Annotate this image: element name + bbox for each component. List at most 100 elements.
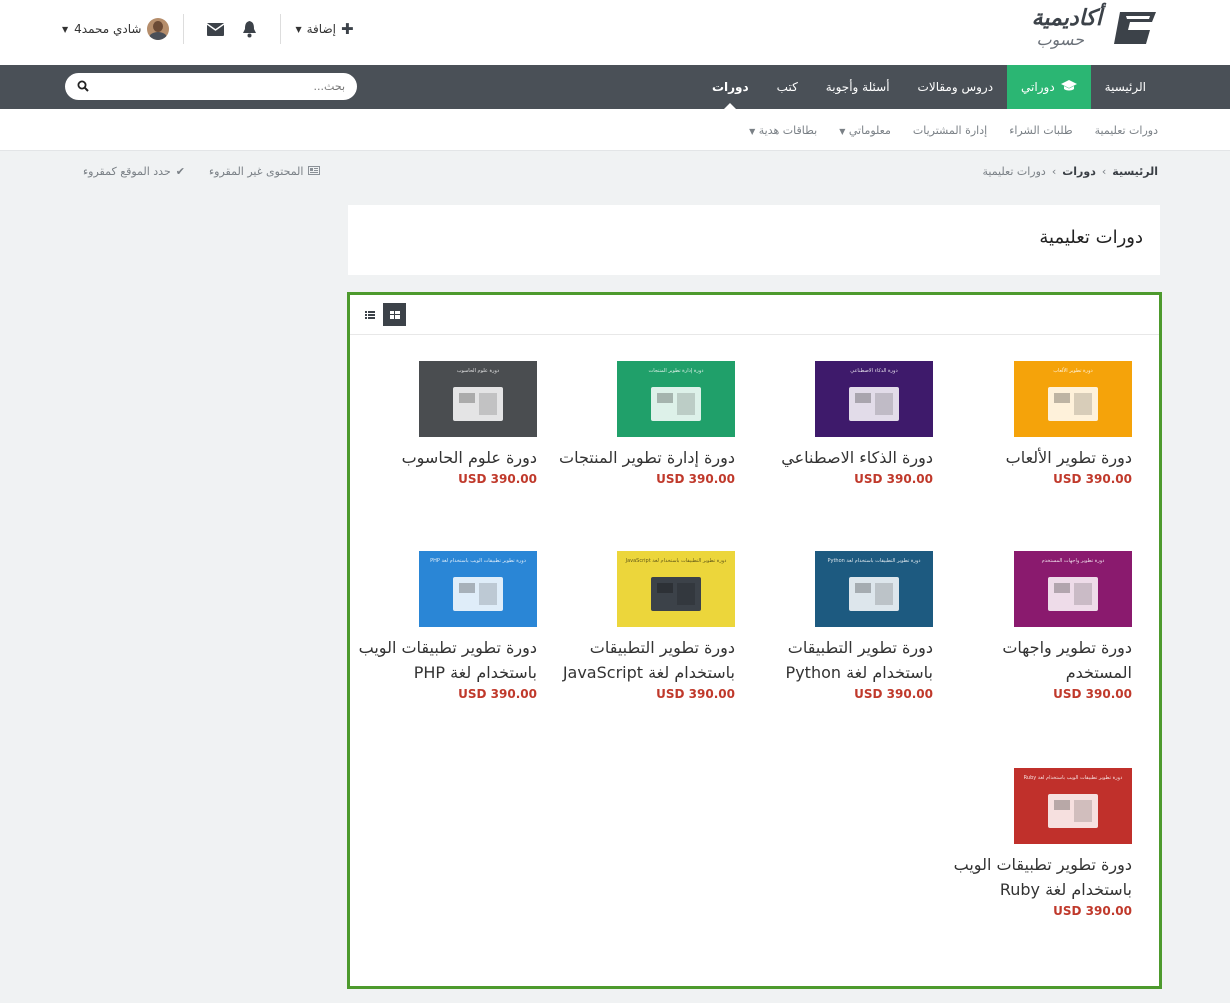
sub-nav-items: دورات تعليمية طلبات الشراء إدارة المشتري… <box>749 109 1158 151</box>
course-price: USD 390.00 <box>656 472 735 486</box>
grid-view-button[interactable] <box>383 303 406 326</box>
bell-icon[interactable] <box>240 20 258 38</box>
mark-read-link[interactable]: حدد الموقع كمقروء ✔ <box>83 165 185 178</box>
user-menu[interactable]: ▼ شادي محمد4 <box>62 18 170 40</box>
course-card[interactable]: دورة تطوير واجهات المستخدم دورة تطوير وا… <box>942 551 1132 701</box>
logo-icon <box>1112 8 1160 48</box>
course-title[interactable]: دورة تطوير واجهات المستخدم <box>942 635 1132 685</box>
course-title[interactable]: دورة الذكاء الاصطناعي <box>743 445 933 470</box>
nav-item-books[interactable]: كتب <box>763 65 812 109</box>
chevron-left-icon: › <box>1051 165 1057 178</box>
caret-down-icon: ▼ <box>295 24 302 34</box>
nav-item-home[interactable]: الرئيسية <box>1091 65 1160 109</box>
read-tools: حدد الموقع كمقروء ✔ المحتوى غير المقروء <box>65 165 321 178</box>
thumb-illustration <box>1048 794 1098 828</box>
course-card[interactable]: دورة تطوير التطبيقات باستخدام لغة JavaSc… <box>545 551 735 701</box>
course-title[interactable]: دورة علوم الحاسوب <box>347 445 537 470</box>
top-bar: أكاديمية حسوب ▼ شادي محمد4 ▼ إضافة ✚ <box>0 0 1230 65</box>
main-nav: الرئيسية دوراتي دروس ومقالات أسئلة وأجوب… <box>0 65 1230 109</box>
course-thumbnail[interactable]: دورة تطوير التطبيقات باستخدام لغة Python <box>815 551 933 627</box>
course-price: USD 390.00 <box>854 472 933 486</box>
thumb-caption: دورة تطوير الألعاب <box>1053 368 1093 374</box>
unread-content-link[interactable]: المحتوى غير المقروء <box>209 165 321 178</box>
nav-item-qa[interactable]: أسئلة وأجوبة <box>812 65 904 109</box>
search-box <box>65 73 357 100</box>
course-title[interactable]: دورة تطوير التطبيقات باستخدام لغة Python <box>743 635 933 685</box>
caret-down-icon: ▼ <box>749 126 756 136</box>
logo-subtitle: حسوب <box>1036 30 1085 49</box>
course-thumbnail[interactable]: دورة تطوير تطبيقات الويب باستخدام لغة PH… <box>419 551 537 627</box>
envelope-icon[interactable] <box>206 20 224 38</box>
breadcrumb-home[interactable]: الرئيسية <box>1112 165 1158 178</box>
course-title[interactable]: دورة تطوير تطبيقات الويب باستخدام لغة Ru… <box>942 852 1132 902</box>
thumb-illustration <box>849 387 899 421</box>
course-card[interactable]: دورة تطوير تطبيقات الويب باستخدام لغة PH… <box>347 551 537 701</box>
course-thumbnail[interactable]: دورة الذكاء الاصطناعي <box>815 361 933 437</box>
course-card[interactable]: دورة تطوير التطبيقات باستخدام لغة Python… <box>743 551 933 701</box>
subnav-item-label: بطاقات هدية <box>758 123 818 137</box>
nav-item-label: دوراتي <box>1021 80 1055 94</box>
course-title[interactable]: دورة تطوير تطبيقات الويب باستخدام لغة PH… <box>347 635 537 685</box>
subnav-item-gift-cards[interactable]: بطاقات هدية ▼ <box>749 124 817 137</box>
unread-label: المحتوى غير المقروء <box>208 165 304 178</box>
subnav-item-courses[interactable]: دورات تعليمية <box>1095 124 1158 137</box>
subnav-item-my-info[interactable]: معلوماتي ▼ <box>839 124 891 137</box>
thumb-illustration <box>453 577 503 611</box>
breadcrumb-current: دورات تعليمية <box>982 165 1046 178</box>
course-thumbnail[interactable]: دورة تطوير تطبيقات الويب باستخدام لغة Ru… <box>1014 768 1132 844</box>
search-icon[interactable] <box>77 77 89 96</box>
breadcrumb-section[interactable]: دورات <box>1062 165 1096 178</box>
check-icon: ✔ <box>175 165 185 178</box>
grid-icon <box>389 310 400 319</box>
course-price: USD 390.00 <box>1053 472 1132 486</box>
course-card[interactable]: دورة تطوير تطبيقات الويب باستخدام لغة Ru… <box>942 768 1132 918</box>
thumb-illustration <box>1048 387 1098 421</box>
course-thumbnail[interactable]: دورة تطوير واجهات المستخدم <box>1014 551 1132 627</box>
course-title[interactable]: دورة تطوير الألعاب <box>942 445 1132 470</box>
site-logo[interactable]: أكاديمية حسوب <box>1032 8 1160 48</box>
thumb-illustration <box>651 387 701 421</box>
nav-item-label: الرئيسية <box>1104 80 1146 94</box>
course-card[interactable]: دورة علوم الحاسوب دورة علوم الحاسوب USD … <box>347 361 537 486</box>
user-area: ▼ شادي محمد4 ▼ إضافة ✚ <box>62 14 354 44</box>
subnav-item-label: معلوماتي <box>848 123 891 137</box>
nav-items: الرئيسية دوراتي دروس ومقالات أسئلة وأجوب… <box>698 65 1160 109</box>
course-card[interactable]: دورة تطوير الألعاب دورة تطوير الألعاب US… <box>942 361 1132 486</box>
course-thumbnail[interactable]: دورة تطوير التطبيقات باستخدام لغة JavaSc… <box>617 551 735 627</box>
nav-item-my-courses[interactable]: دوراتي <box>1007 65 1091 109</box>
nav-item-label: أسئلة وأجوبة <box>825 80 890 94</box>
breadcrumb: الرئيسية › دورات › دورات تعليمية <box>982 165 1158 178</box>
course-thumbnail[interactable]: دورة إدارة تطوير المنتجات <box>617 361 735 437</box>
course-card[interactable]: دورة إدارة تطوير المنتجات دورة إدارة تطو… <box>545 361 735 486</box>
page-title: دورات تعليمية <box>1039 227 1143 248</box>
courses-panel: دورة تطوير الألعاب دورة تطوير الألعاب US… <box>347 292 1162 989</box>
search-input[interactable] <box>105 80 345 93</box>
thumb-caption: دورة علوم الحاسوب <box>456 368 500 374</box>
thumb-caption: دورة تطوير التطبيقات باستخدام لغة JavaSc… <box>625 558 727 564</box>
newspaper-icon <box>308 165 321 178</box>
thumb-caption: دورة تطوير تطبيقات الويب باستخدام لغة Ru… <box>1023 775 1123 781</box>
course-thumbnail[interactable]: دورة علوم الحاسوب <box>419 361 537 437</box>
thumb-illustration <box>453 387 503 421</box>
chevron-left-icon: › <box>1101 165 1107 178</box>
list-view-button[interactable] <box>358 303 381 326</box>
course-title[interactable]: دورة تطوير التطبيقات باستخدام لغة JavaSc… <box>545 635 735 685</box>
thumb-caption: دورة الذكاء الاصطناعي <box>850 368 898 374</box>
course-thumbnail[interactable]: دورة تطوير الألعاب <box>1014 361 1132 437</box>
subnav-item-purchases[interactable]: إدارة المشتريات <box>913 124 987 137</box>
thumb-caption: دورة تطوير تطبيقات الويب باستخدام لغة PH… <box>430 558 526 564</box>
plus-icon: ✚ <box>340 20 354 38</box>
course-price: USD 390.00 <box>1053 687 1132 701</box>
course-price: USD 390.00 <box>854 687 933 701</box>
add-label: إضافة <box>306 22 336 36</box>
nav-item-courses[interactable]: دورات <box>698 65 763 109</box>
graduation-cap-icon <box>1060 79 1077 95</box>
view-toggle <box>358 303 406 326</box>
subnav-item-orders[interactable]: طلبات الشراء <box>1009 124 1072 137</box>
add-menu[interactable]: ▼ إضافة ✚ <box>295 20 353 38</box>
course-title[interactable]: دورة إدارة تطوير المنتجات <box>545 445 735 470</box>
thumb-caption: دورة تطوير التطبيقات باستخدام لغة Python <box>827 558 921 564</box>
thumb-illustration <box>651 577 701 611</box>
course-card[interactable]: دورة الذكاء الاصطناعي دورة الذكاء الاصطن… <box>743 361 933 486</box>
nav-item-articles[interactable]: دروس ومقالات <box>904 65 1008 109</box>
